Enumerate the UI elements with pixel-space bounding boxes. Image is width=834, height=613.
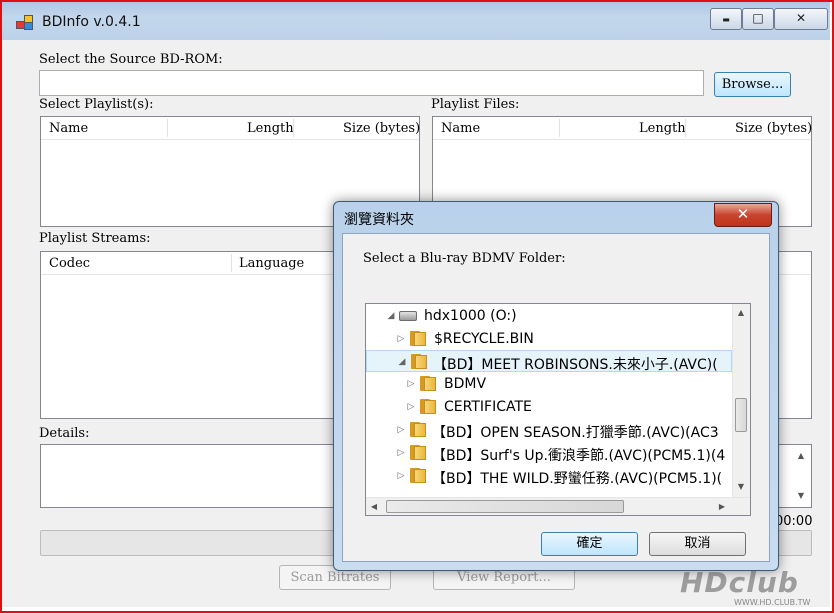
tree-item-drive[interactable]: ◢ hdx1000 (O:) — [366, 305, 732, 327]
tree-item-folder[interactable]: ▷ 【BD】OPEN SEASON.打獵季節.(AVC)(AC3 — [366, 419, 732, 441]
expand-arrow-icon[interactable]: ▷ — [396, 465, 406, 487]
streams-label: Playlist Streams: — [39, 231, 151, 246]
column-length[interactable]: Length — [247, 121, 294, 136]
tree-vertical-scrollbar[interactable]: ▲ ▼ — [732, 304, 750, 498]
source-path-input[interactable] — [39, 70, 704, 96]
maximize-icon: □ — [752, 11, 764, 25]
watermark-url: WWW.HD.CLUB.TW — [734, 598, 811, 607]
column-length[interactable]: Length — [639, 121, 686, 136]
column-name[interactable]: Name — [441, 121, 480, 136]
dialog-title: 瀏覽資料夾 — [344, 212, 414, 228]
column-codec[interactable]: Codec — [49, 256, 90, 271]
source-label: Select the Source BD-ROM: — [39, 52, 223, 67]
folder-icon — [410, 331, 428, 346]
scroll-thumb[interactable] — [386, 500, 624, 513]
folder-icon — [420, 376, 438, 391]
collapse-arrow-icon[interactable]: ◢ — [397, 351, 407, 373]
folder-icon — [410, 445, 428, 460]
column-size[interactable]: Size (bytes) — [343, 121, 420, 136]
title-bar[interactable]: BDInfo v.0.4.1 ▬ □ ✕ — [2, 2, 830, 40]
dialog-close-button[interactable]: ✕ — [714, 203, 772, 227]
folder-icon — [410, 422, 428, 437]
folder-icon — [420, 399, 438, 414]
close-icon: ✕ — [795, 11, 807, 25]
browse-button[interactable]: Browse... — [714, 72, 791, 97]
tree-item-folder[interactable]: ▷ $RECYCLE.BIN — [366, 328, 732, 350]
scroll-up-arrow[interactable]: ▲ — [733, 308, 749, 317]
tree-item-folder[interactable]: ▷ BDMV — [366, 373, 732, 395]
expand-arrow-icon[interactable]: ▷ — [396, 419, 406, 441]
folder-icon — [411, 354, 429, 369]
scroll-thumb[interactable] — [735, 398, 747, 432]
tree-item-folder[interactable]: ▷ 【BD】Surf's Up.衝浪季節.(AVC)(PCM5.1)(4 — [366, 442, 732, 464]
hdclub-watermark: HDclub WWW.HD.CLUB.TW — [672, 566, 828, 607]
scroll-right-arrow[interactable]: ▶ — [714, 502, 730, 511]
ok-button[interactable]: 確定 — [541, 532, 638, 556]
scroll-down-arrow[interactable]: ▼ — [733, 482, 749, 491]
browse-folder-dialog: 瀏覽資料夾 ✕ Select a Blu-ray BDMV Folder: ◢ … — [333, 201, 779, 571]
dialog-prompt: Select a Blu-ray BDMV Folder: — [363, 251, 566, 266]
tree-item-folder[interactable]: ▷ CERTIFICATE — [366, 396, 732, 418]
dialog-body: Select a Blu-ray BDMV Folder: ◢ hdx1000 … — [342, 233, 770, 562]
minimize-icon: ▬ — [722, 15, 730, 24]
scroll-down-arrow[interactable]: ▼ — [793, 491, 809, 500]
column-size[interactable]: Size (bytes) — [735, 121, 812, 136]
elapsed-time: 00:00 — [775, 514, 813, 529]
expand-arrow-icon[interactable]: ▷ — [396, 442, 406, 464]
tree-item-folder-selected[interactable]: ◢ 【BD】MEET ROBINSONS.未來小子.(AVC)( — [366, 350, 732, 373]
window-title: BDInfo v.0.4.1 — [42, 14, 141, 30]
scroll-left-arrow[interactable]: ◀ — [366, 502, 382, 511]
close-button[interactable]: ✕ — [774, 8, 828, 30]
folder-tree[interactable]: ◢ hdx1000 (O:) ▷ $RECYCLE.BIN ◢ 【BD】MEET… — [365, 303, 751, 516]
collapse-arrow-icon[interactable]: ◢ — [386, 305, 396, 327]
tree-horizontal-scrollbar[interactable]: ◀ ▶ — [366, 497, 750, 515]
tree-item-folder[interactable]: ▷ 【BD】THE WILD.野蠻任務.(AVC)(PCM5.1)( — [366, 465, 732, 487]
minimize-button[interactable]: ▬ — [710, 8, 742, 30]
expand-arrow-icon[interactable]: ▷ — [406, 396, 416, 418]
playlists-label: Select Playlist(s): — [39, 97, 154, 112]
close-icon: ✕ — [736, 205, 750, 223]
app-icon — [16, 15, 34, 30]
folder-icon — [410, 468, 428, 483]
column-language[interactable]: Language — [239, 256, 304, 271]
playlist-files-header: Name Length Size (bytes) — [433, 117, 812, 140]
playlists-header: Name Length Size (bytes) — [41, 117, 420, 140]
drive-icon — [399, 311, 417, 321]
column-name[interactable]: Name — [49, 121, 88, 136]
playlist-files-label: Playlist Files: — [431, 97, 520, 112]
cancel-button[interactable]: 取消 — [649, 532, 746, 556]
watermark-logo: HDclub — [680, 566, 799, 599]
details-label: Details: — [39, 426, 90, 441]
maximize-button[interactable]: □ — [742, 8, 774, 30]
expand-arrow-icon[interactable]: ▷ — [396, 328, 406, 350]
scroll-up-arrow[interactable]: ▲ — [793, 451, 809, 460]
expand-arrow-icon[interactable]: ▷ — [406, 373, 416, 395]
